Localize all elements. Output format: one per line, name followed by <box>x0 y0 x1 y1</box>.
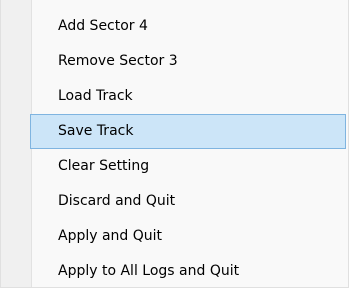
menu-item-load-track[interactable]: Load Track <box>1 79 348 114</box>
menu-item-remove-sector-3[interactable]: Remove Sector 3 <box>1 44 348 79</box>
menu-item-apply-to-all-logs-and-quit[interactable]: Apply to All Logs and Quit <box>1 254 348 287</box>
menu-item-save-track[interactable]: Save Track <box>30 114 346 149</box>
menu-item-add-sector-4[interactable]: Add Sector 4 <box>1 9 348 44</box>
context-menu: Add Sector 4 Remove Sector 3 Load Track … <box>0 0 349 288</box>
menu-item-apply-and-quit[interactable]: Apply and Quit <box>1 219 348 254</box>
menu-item-clear-setting[interactable]: Clear Setting <box>1 149 348 184</box>
menu-items: Add Sector 4 Remove Sector 3 Load Track … <box>1 9 348 287</box>
menu-item-discard-and-quit[interactable]: Discard and Quit <box>1 184 348 219</box>
